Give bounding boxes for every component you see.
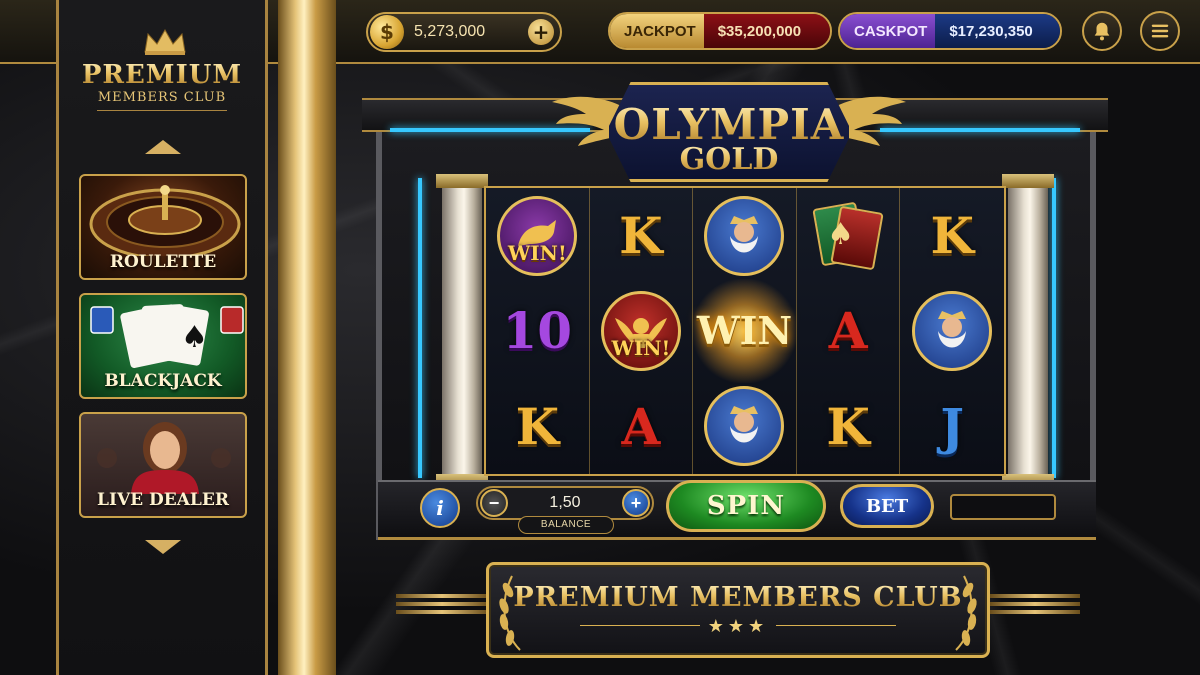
angel-medal-icon: WIN!	[600, 290, 681, 371]
spin-button[interactable]: SPIN	[666, 480, 826, 532]
scroll-down-arrow-icon[interactable]	[145, 540, 181, 554]
club-title: PREMIUM	[59, 60, 265, 90]
playing-cards-icon: ♠	[90, 304, 244, 369]
zeus-icon	[730, 406, 759, 443]
reel-cell: WIN!	[590, 283, 694, 379]
jackpot-value: $35,200,000	[703, 14, 830, 48]
cards-symbol-icon: ♠	[812, 201, 884, 271]
scroll-up-arrow-icon[interactable]	[145, 140, 181, 154]
spade-icon: ♠	[827, 216, 854, 252]
coin-amount: 5,273,000	[414, 23, 486, 40]
reel-cell: WIN	[689, 279, 800, 383]
svg-text:♠: ♠	[181, 320, 208, 355]
bet-stepper: − 1,50 +	[476, 486, 654, 520]
symbol-k: K	[826, 396, 870, 456]
zeus-medal-icon	[704, 195, 785, 276]
game-card-label: LIVE DEALER	[97, 490, 229, 510]
neon-strip	[1052, 178, 1056, 478]
zeus-icon	[730, 215, 759, 253]
win-big-text: WIN	[696, 308, 793, 354]
game-card-roulette[interactable]: ROULETTE	[79, 174, 247, 280]
symbol-k: K	[930, 206, 974, 266]
reel-cell	[693, 188, 797, 284]
bet-amount-value: 1,50	[549, 494, 581, 511]
gold-stripes	[990, 594, 1080, 614]
caskpot-value: $17,230,350	[935, 14, 1060, 48]
reel-grid: WIN! K ♠ K 10 WIN! WIN A K A K J	[484, 186, 1006, 476]
zeus-medal-icon	[704, 386, 785, 467]
symbol-10: 10	[502, 301, 573, 361]
reel-cell	[900, 283, 1004, 378]
game-card-label: ROULETTE	[109, 252, 217, 272]
caskpot-label: CASKPOT	[840, 14, 936, 48]
jackpot-label: JACKPOT	[610, 14, 704, 48]
coin-icon: $	[370, 15, 404, 49]
reel-cell: K	[900, 188, 1004, 283]
zeus-medal-icon	[912, 290, 993, 371]
dealer-avatar-icon	[97, 422, 231, 494]
decrease-bet-button[interactable]: −	[480, 489, 508, 517]
reel-cell: ♠	[797, 188, 901, 284]
reel-cell: WIN!	[486, 188, 590, 284]
banner-title: PREMIUM MEMBERS CLUB	[486, 582, 990, 613]
balance-label: BALANCE	[518, 516, 614, 534]
game-card-live-dealer[interactable]: LIVE DEALER	[79, 412, 247, 518]
reel-cell: K	[797, 378, 901, 474]
sidebar: PREMIUM MEMBERS CLUB ROULETTE ♠ BLACKJAC…	[56, 0, 268, 675]
symbol-k: K	[515, 396, 560, 456]
menu-button[interactable]	[1140, 11, 1180, 51]
game-card-label: BLACKJACK	[104, 371, 222, 391]
info-button[interactable]: i	[420, 488, 460, 528]
neon-strip	[880, 128, 1080, 132]
zeus-icon	[938, 310, 967, 348]
reel-cell: J	[900, 379, 1004, 474]
divider	[97, 110, 227, 111]
marble-column	[1002, 174, 1054, 488]
win-tag: WIN!	[507, 240, 567, 265]
rating-stars-icon: ★★★	[707, 616, 769, 637]
reel-cell: A	[590, 378, 694, 474]
symbol-a: A	[621, 396, 661, 456]
pegasus-medal-icon: WIN!	[497, 195, 578, 276]
reel-cell: A	[797, 283, 901, 379]
hamburger-menu-icon	[1151, 24, 1169, 38]
reel-cell: 10	[486, 283, 590, 379]
win-tag: WIN!	[611, 335, 671, 360]
add-coins-button[interactable]: +	[528, 19, 554, 45]
gold-pillar	[278, 0, 336, 675]
symbol-k: K	[619, 206, 663, 266]
jackpot-display: JACKPOT $35,200,000	[608, 12, 832, 50]
bell-icon	[1094, 22, 1110, 41]
coin-balance: $ 5,273,000 +	[366, 12, 562, 52]
symbol-j: J	[940, 396, 965, 456]
club-subtitle: MEMBERS CLUB	[97, 90, 227, 105]
roulette-wheel-icon	[89, 185, 241, 260]
crown-icon	[144, 28, 186, 55]
reel-cell	[693, 378, 797, 474]
reel-cell: K	[486, 378, 590, 474]
reel-cell: K	[590, 188, 694, 284]
symbol-a: A	[828, 301, 868, 361]
bet-display-field	[950, 494, 1056, 520]
game-subtitle: GOLD	[606, 142, 852, 177]
caskpot-display: CASKPOT $17,230,350	[838, 12, 1062, 50]
bet-button[interactable]: BET	[840, 484, 934, 528]
neon-strip	[418, 178, 422, 478]
gold-stripes	[396, 594, 488, 614]
game-card-blackjack[interactable]: ♠ BLACKJACK	[79, 293, 247, 399]
notifications-button[interactable]	[1082, 11, 1122, 51]
increase-bet-button[interactable]: +	[621, 489, 650, 517]
marble-column	[436, 174, 488, 488]
